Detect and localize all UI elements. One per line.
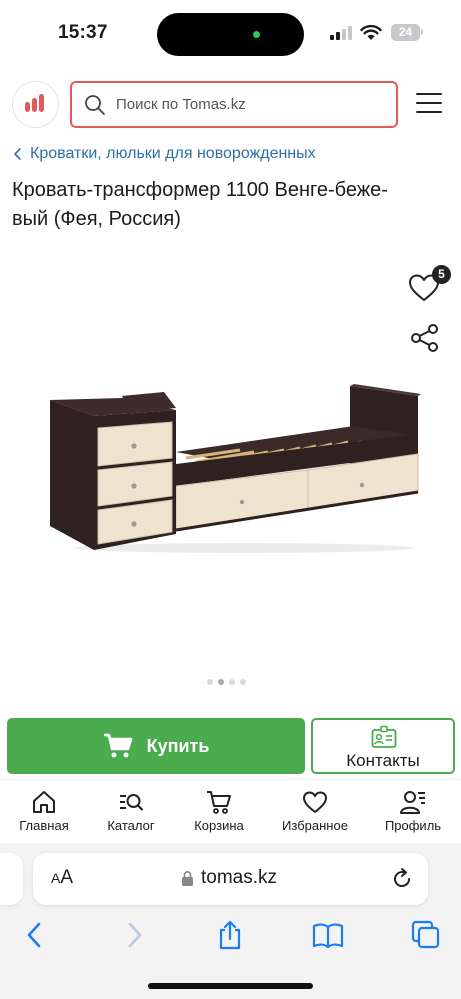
share-sheet-icon[interactable] <box>214 919 246 951</box>
forward-icon[interactable] <box>118 919 150 951</box>
lock-icon <box>182 871 193 886</box>
title-line-1: Кровать-трансформер 1100 Венге-беже- <box>12 179 388 201</box>
gallery-dot[interactable] <box>207 679 213 685</box>
aa-large-label: A <box>60 867 74 888</box>
breadcrumb[interactable]: Кроватки, люльки для новорожденных <box>10 143 316 165</box>
battery-icon: 24 <box>391 24 423 41</box>
dynamic-island <box>157 13 304 56</box>
nav-cart-label: Корзина <box>194 818 244 833</box>
nav-home-label: Главная <box>19 818 69 833</box>
breadcrumb-label: Кроватки, люльки для новорожденных <box>30 145 316 162</box>
bookmarks-icon[interactable] <box>312 919 344 951</box>
product-image[interactable] <box>44 378 426 554</box>
address-bar[interactable]: AA tomas.kz <box>33 853 428 905</box>
browser-toolbar: AA tomas.kz <box>0 843 461 999</box>
reader-aa-button[interactable]: AA <box>51 867 73 889</box>
share-icon[interactable] <box>409 322 441 354</box>
hamburger-icon[interactable] <box>414 93 444 115</box>
back-icon[interactable] <box>19 919 51 951</box>
gallery-dot[interactable] <box>229 679 235 685</box>
home-icon <box>33 791 55 813</box>
nav-favorites[interactable]: Избранное <box>269 788 361 840</box>
nav-profile-label: Профиль <box>384 818 442 833</box>
url-text: tomas.kz <box>201 867 278 888</box>
page-title: Кровать-трансформер 1100 Венге-беже- вый… <box>12 176 452 234</box>
aa-small-label: A <box>51 870 61 886</box>
contacts-label: Контакты <box>346 751 420 770</box>
cart-icon <box>207 791 231 814</box>
heart-icon <box>303 791 327 813</box>
cellular-signal-icon <box>330 26 354 40</box>
status-time: 15:37 <box>58 22 108 43</box>
nav-favorites-label: Избранное <box>282 818 348 833</box>
profile-icon <box>400 791 425 814</box>
contact-card-icon <box>371 725 397 748</box>
nav-catalog-label: Каталог <box>107 818 155 833</box>
favorites-count-badge: 5 <box>432 265 451 284</box>
bottom-nav: Главная Каталог Корзина Избранное Профил… <box>0 779 461 843</box>
camera-indicator-dot <box>253 31 260 38</box>
search-input[interactable] <box>116 83 392 126</box>
title-line-2: вый (Фея, Россия) <box>12 208 181 230</box>
search-box[interactable] <box>70 81 398 128</box>
gallery-pagination[interactable] <box>207 679 246 687</box>
cart-icon <box>103 733 132 758</box>
gallery-dot[interactable] <box>240 679 246 685</box>
tomas-logo-icon[interactable] <box>12 81 59 128</box>
reload-icon[interactable] <box>390 867 414 891</box>
search-icon <box>85 95 105 115</box>
nav-catalog[interactable]: Каталог <box>85 788 177 840</box>
chevron-left-icon <box>14 148 21 160</box>
wifi-icon <box>360 24 382 40</box>
buy-button[interactable]: Купить <box>7 718 305 774</box>
tabs-icon[interactable] <box>410 919 442 951</box>
battery-level: 24 <box>398 25 413 39</box>
nav-profile[interactable]: Профиль <box>367 788 459 840</box>
previous-tab-peek[interactable] <box>0 853 23 905</box>
gallery-dot[interactable] <box>218 679 224 685</box>
home-indicator <box>148 983 313 989</box>
buy-label: Купить <box>146 735 210 756</box>
nav-cart[interactable]: Корзина <box>173 788 265 840</box>
nav-home[interactable]: Главная <box>0 788 90 840</box>
catalog-search-icon <box>120 794 143 811</box>
favorite-button[interactable]: 5 <box>407 265 451 305</box>
contacts-button[interactable]: Контакты <box>311 718 455 774</box>
status-bar: 15:37 24 <box>0 0 461 68</box>
